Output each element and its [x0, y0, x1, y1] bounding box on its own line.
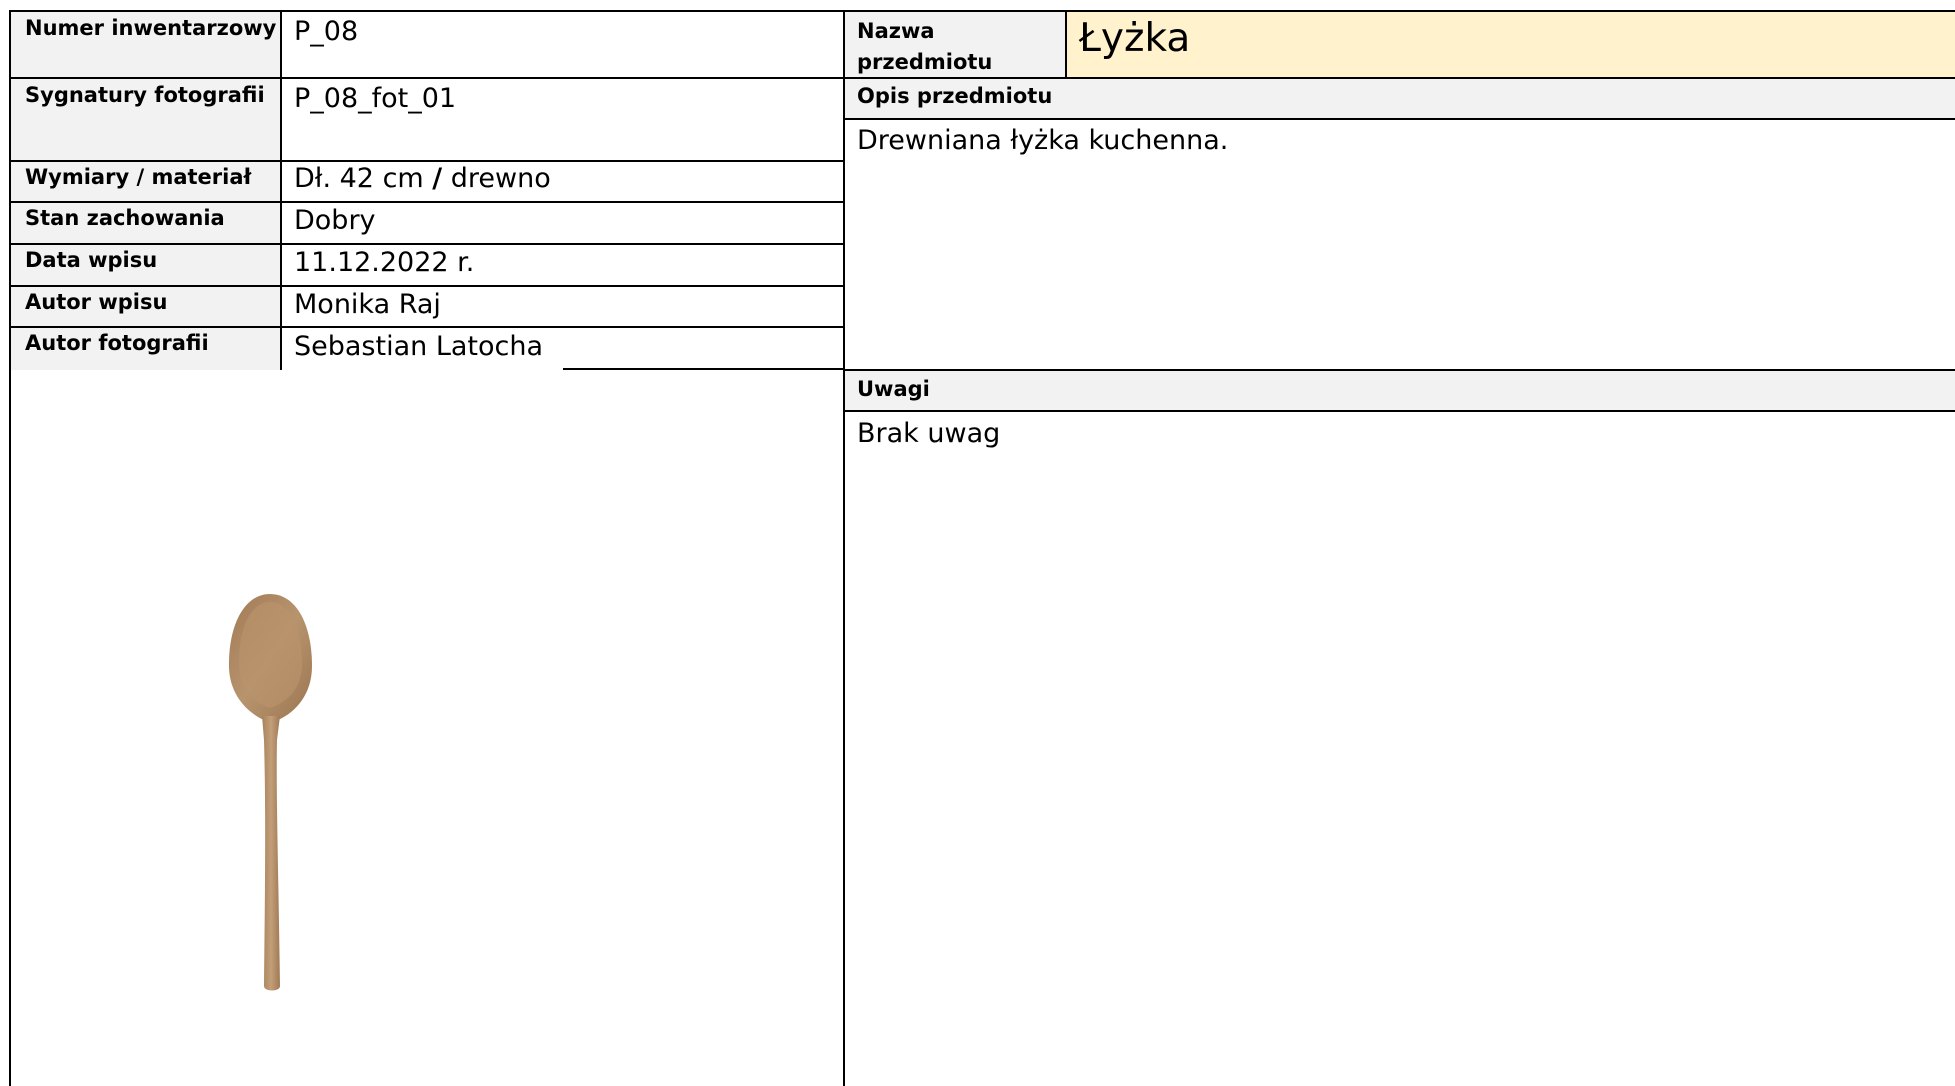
condition-value: Dobry — [294, 205, 376, 236]
dimensions-material-value: Dł. 42 cm / drewno — [294, 163, 551, 194]
item-photo — [220, 590, 330, 995]
name-row-bottom — [843, 77, 1955, 79]
photo-author-label: Autor fotografii — [25, 331, 209, 355]
item-name-label: Nazwa przedmiotu — [857, 16, 992, 78]
name-label-divider — [1065, 10, 1067, 78]
row-divider — [9, 326, 844, 328]
photo-signatures-label: Sygnatury fotografii — [25, 83, 265, 107]
entry-date-label: Data wpisu — [25, 248, 158, 272]
notes-header-bottom — [843, 410, 1955, 412]
item-name-value: Łyżka — [1079, 16, 1191, 61]
row-divider — [9, 201, 844, 203]
notes-text: Brak uwag — [857, 418, 1001, 449]
inventory-number-label: Numer inwentarzowy — [25, 16, 277, 40]
label-value-divider — [280, 10, 282, 370]
dimensions-value: Dł. 42 cm — [294, 163, 433, 194]
item-name-label-line2: przedmiotu — [857, 50, 993, 74]
material-value: drewno — [442, 163, 551, 194]
table-middle-divider — [843, 10, 845, 1086]
left-label-column — [10, 11, 281, 370]
inventory-number-value: P_08 — [294, 16, 359, 47]
row-divider — [9, 243, 844, 245]
wooden-spoon-photo — [228, 594, 312, 991]
table-top-border — [9, 10, 1955, 12]
photo-author-value: Sebastian Latocha — [294, 331, 544, 362]
photo-top-border — [563, 368, 844, 370]
notes-header-cell — [845, 371, 1955, 411]
notes-label: Uwagi — [857, 377, 930, 401]
row-divider — [9, 160, 844, 162]
separator-slash: / — [432, 163, 443, 194]
item-name-highlight — [1066, 11, 1955, 77]
entry-author-label: Autor wpisu — [25, 290, 168, 314]
item-name-label-line1: Nazwa — [857, 19, 935, 43]
row-divider — [9, 285, 844, 287]
description-label: Opis przedmiotu — [857, 84, 1053, 108]
entry-date-value: 11.12.2022 r. — [294, 247, 475, 278]
description-text: Drewniana łyżka kuchenna. — [857, 125, 1229, 156]
condition-label: Stan zachowania — [25, 206, 225, 230]
dimensions-material-label: Wymiary / materiał — [25, 165, 252, 189]
description-bottom — [843, 369, 1955, 371]
table-left-border — [9, 10, 11, 1086]
row-divider — [9, 77, 844, 79]
description-header-bottom — [843, 118, 1955, 120]
entry-author-value: Monika Raj — [294, 289, 441, 320]
photo-signatures-value: P_08_fot_01 — [294, 83, 457, 114]
